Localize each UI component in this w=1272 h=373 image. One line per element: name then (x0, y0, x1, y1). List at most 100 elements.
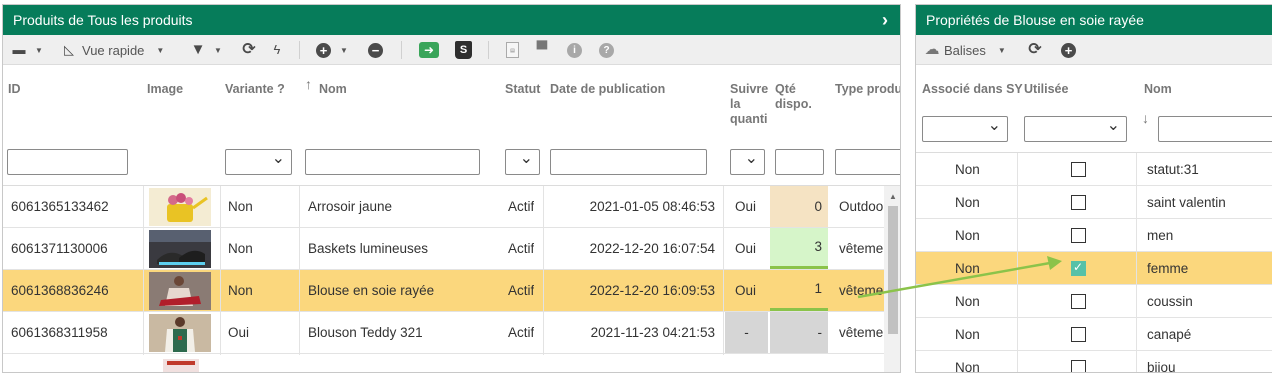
cell-statut: Actif (508, 325, 535, 340)
product-thumbnail-partial (163, 359, 199, 372)
info-icon: i (567, 42, 582, 58)
table-row[interactable]: 6061365133462 Non Arrosoir jaune Actif 2… (3, 186, 888, 228)
qte-filter-input[interactable] (775, 149, 824, 175)
table-row-selected[interactable]: 6061368836246 Non Blouse en soie rayée A… (3, 270, 895, 312)
nom-filter-input[interactable] (305, 149, 480, 175)
suivre-filter-select[interactable] (730, 149, 765, 175)
nom-filter-input[interactable] (1158, 116, 1272, 142)
table-vertical-scrollbar[interactable]: ▲ (884, 186, 900, 372)
refresh-button[interactable]: ⟳ (241, 41, 257, 59)
shopify-button[interactable]: S (455, 41, 472, 59)
column-header-id[interactable]: ID (8, 82, 21, 97)
toolbar-divider (488, 41, 489, 59)
product-thumbnail (149, 188, 211, 226)
type-filter-input[interactable] (835, 149, 900, 175)
assoc-filter-select[interactable] (922, 116, 1008, 142)
cell-nom: Baskets lumineuses (308, 241, 429, 256)
table-row[interactable]: 6061371130006 Non Baskets lumineuses Act… (3, 228, 895, 270)
filter-button[interactable]: ▼ ▼ (190, 41, 222, 59)
add-button[interactable]: + ▼ (316, 41, 348, 59)
cell-variante: Non (228, 283, 253, 298)
used-checkbox[interactable] (1071, 327, 1086, 342)
cell-qte: 3 (770, 228, 828, 269)
column-divider (723, 186, 724, 355)
cell-qte: - (770, 312, 828, 353)
column-header-date[interactable]: Date de publication (550, 82, 665, 97)
cell-variante: Non (228, 241, 253, 256)
column-header-utilisee[interactable]: Utilisée (1024, 82, 1068, 97)
used-checkbox[interactable] (1071, 195, 1086, 210)
layout-menu-button[interactable]: ▬ ▼ (11, 41, 43, 59)
column-divider (299, 186, 300, 355)
column-header-nom[interactable]: Nom (319, 82, 347, 97)
statut-filter-select[interactable] (505, 149, 540, 175)
scroll-up-arrow-icon[interactable]: ▲ (889, 192, 897, 201)
cell-qte: 0 (770, 186, 828, 227)
shopping-bag-icon: S (455, 41, 472, 59)
cell-nom: Blouse en soie rayée (308, 283, 435, 298)
column-header-variante[interactable]: Variante ? (225, 82, 285, 97)
cell-suivre: - (725, 312, 768, 353)
collapse-chevron-icon[interactable]: › (882, 5, 888, 35)
info-button[interactable]: i (567, 41, 582, 59)
products-panel-header: Produits de Tous les produits › (3, 5, 900, 35)
used-checkbox[interactable] (1071, 360, 1086, 372)
id-filter-input[interactable] (7, 149, 128, 175)
cell-assoc: Non (955, 162, 980, 177)
cell-tag-name: statut:31 (1147, 162, 1199, 177)
variante-filter-select[interactable] (225, 149, 292, 175)
tag-row[interactable]: Non coussin (916, 285, 1272, 318)
cell-assoc: Non (955, 228, 980, 243)
cell-suivre: Oui (735, 241, 757, 256)
cell-date: 2022-12-20 16:09:53 (589, 283, 715, 298)
export-button[interactable]: ➜ (419, 41, 439, 59)
scrollbar-thumb[interactable] (888, 206, 898, 334)
refresh-tags-button[interactable]: ⟳ (1027, 41, 1043, 59)
column-header-suivre[interactable]: Suivre la quanti (730, 82, 770, 128)
used-checkbox[interactable] (1071, 228, 1086, 243)
cell-variante: Non (228, 199, 253, 214)
used-checkbox[interactable] (1071, 294, 1086, 309)
properties-toolbar: ☁ Balises ▼ ⟳ + (916, 35, 1272, 65)
date-filter-input[interactable] (550, 149, 707, 175)
ruler-triangle-icon: ◺ (64, 42, 74, 57)
table-row[interactable]: 6061368311958 Oui Blouson Teddy 321 Acti… (3, 312, 895, 354)
remove-button[interactable]: − (368, 41, 383, 59)
products-toolbar: ▬ ▼ ◺ Vue rapide ▼ ▼ ▼ ⟳ ϟ + ▼ − ➜ S ▤ ▀… (3, 35, 900, 65)
tag-row[interactable]: Non men (916, 219, 1272, 252)
funnel-icon: ▼ (190, 41, 206, 58)
tags-menu-button[interactable]: ☁ Balises ▼ (924, 41, 1006, 59)
column-header-qte[interactable]: Qté dispo. (775, 82, 815, 112)
used-checkbox-checked[interactable] (1071, 260, 1086, 276)
tag-row[interactable]: Non statut:31 (916, 153, 1272, 186)
csv-button[interactable]: ▤ (506, 41, 519, 59)
quick-view-button[interactable]: ◺ Vue rapide ▼ (61, 41, 164, 59)
utilisee-filter-select[interactable] (1024, 116, 1127, 142)
help-button[interactable]: ? (599, 41, 614, 59)
cell-id: 6061371130006 (11, 241, 108, 256)
cell-qte: 1 (770, 270, 828, 311)
column-header-statut[interactable]: Statut (505, 82, 540, 97)
column-divider (143, 186, 144, 355)
printer-icon: ▀ (536, 41, 548, 58)
cell-assoc: Non (955, 195, 980, 210)
tag-row[interactable]: Non saint valentin (916, 186, 1272, 219)
column-header-nom[interactable]: Nom (1144, 82, 1172, 97)
lightning-icon: ϟ (273, 42, 281, 57)
add-tag-button[interactable]: + (1061, 41, 1076, 59)
cell-id: 6061368311958 (11, 325, 108, 340)
cell-nom: Blouson Teddy 321 (308, 325, 423, 340)
export-arrow-icon: ➜ (419, 42, 439, 58)
used-checkbox[interactable] (1071, 162, 1086, 177)
tag-row[interactable]: Non canapé (916, 318, 1272, 351)
chevron-down-icon: ▼ (997, 45, 1006, 55)
quick-action-button[interactable]: ϟ (269, 41, 285, 59)
cell-assoc: Non (955, 261, 980, 276)
column-header-image[interactable]: Image (147, 82, 183, 97)
column-divider (1017, 153, 1018, 372)
tag-row-selected[interactable]: Non femme (916, 252, 1272, 285)
tag-row[interactable]: Non bijou (916, 351, 1272, 372)
column-header-assoc[interactable]: Associé dans SY (922, 82, 1023, 97)
print-button[interactable]: ▀ (534, 41, 550, 59)
column-header-type[interactable]: Type produ (835, 82, 900, 97)
